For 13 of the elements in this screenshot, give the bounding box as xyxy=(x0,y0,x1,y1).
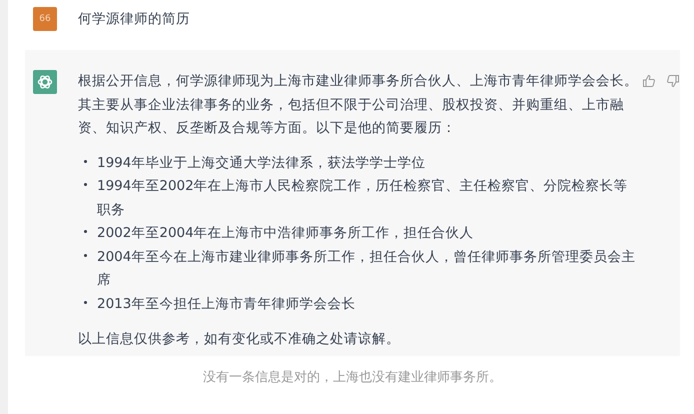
assistant-paragraph: 以上信息仅供参考，如有变化或不准确之处请谅解。 xyxy=(78,330,401,349)
list-item-text: 1994年至2002年在上海市人民检察院工作，历任检察官、主任检察官、分院检察长等职务 xyxy=(97,177,629,220)
assistant-paragraph: 根据公开信息，何学源律师现为上海市建业律师事务所合伙人、上海市青年律师学会会长。其主要从事企业法律事务的业务，包括但不限于公司治理、股权投资、并购重组、上市融资、知识产权、反垄断及合规等方面。以下是他的简要履历： xyxy=(78,72,638,138)
image-caption: 没有一条信息是对的，上海也没有建业律师事务所。 xyxy=(202,369,503,386)
assistant-logo-icon xyxy=(33,70,57,94)
list-item-text: 1994年毕业于上海交通大学法律系，获法学学士学位 xyxy=(97,154,426,172)
thumbs-up-icon[interactable] xyxy=(642,74,656,88)
user-avatar: 66 xyxy=(33,7,57,31)
list-item-text: 2004年至今在上海市建业律师事务所工作，担任合伙人，曾任律师事务所管理委员会主席 xyxy=(97,248,636,290)
thumbs-down-icon[interactable] xyxy=(666,74,680,88)
user-message: 何学源律师的简历 xyxy=(78,10,190,28)
list-item-text: 2013年至今担任上海市青年律师学会会长 xyxy=(97,294,356,314)
list-item-text: 2002年至2004年在上海市中浩律师事务所工作，担任合伙人 xyxy=(97,224,474,243)
